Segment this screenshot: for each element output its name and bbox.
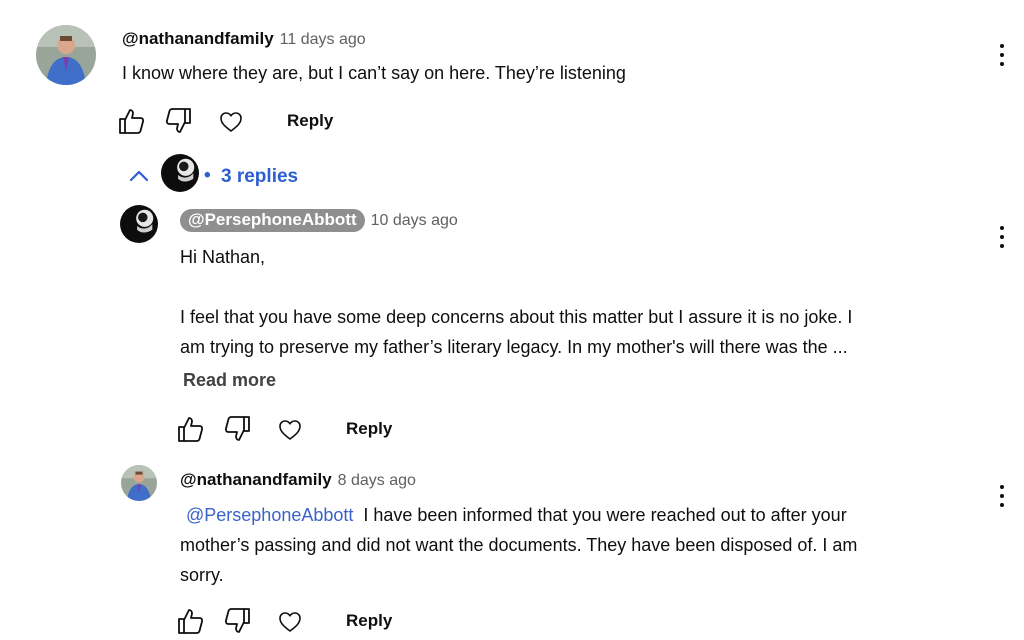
thumbs-down-icon[interactable] <box>222 606 252 636</box>
separator-dot: • <box>204 165 211 186</box>
reply-header: @nathanandfamily 8 days ago <box>180 470 416 490</box>
comment-header: @nathanandfamily 11 days ago <box>122 29 366 49</box>
thumbs-down-icon[interactable] <box>163 106 193 136</box>
heart-icon[interactable] <box>216 106 246 136</box>
reply-header: @PersephoneAbbott 10 days ago <box>180 209 458 232</box>
more-vert-icon[interactable] <box>998 226 1006 252</box>
more-vert-icon[interactable] <box>998 485 1006 511</box>
author-name[interactable]: @nathanandfamily <box>180 470 332 489</box>
thumbs-down-icon[interactable] <box>222 414 252 444</box>
replies-toggle-link[interactable]: 3 replies <box>221 166 298 188</box>
heart-icon[interactable] <box>275 606 305 636</box>
heart-icon[interactable] <box>275 414 305 444</box>
reply-text-line: sorry. <box>180 565 224 585</box>
reply-time[interactable]: 10 days ago <box>371 212 458 229</box>
avatar[interactable] <box>120 205 158 243</box>
mention-link[interactable]: @PersephoneAbbott <box>186 505 353 525</box>
reply-button[interactable]: Reply <box>346 419 392 439</box>
author-name[interactable]: @nathanandfamily <box>122 29 274 48</box>
more-vert-icon[interactable] <box>998 44 1006 70</box>
reply-button[interactable]: Reply <box>287 111 333 131</box>
reply-button[interactable]: Reply <box>346 611 392 631</box>
reply-time[interactable]: 8 days ago <box>338 472 416 489</box>
author-chip[interactable]: @PersephoneAbbott <box>180 209 365 232</box>
comment-text: I know where they are, but I can’t say o… <box>122 63 626 83</box>
reply-text-line: I feel that you have some deep concerns … <box>180 307 853 327</box>
avatar <box>161 154 199 192</box>
comment-time[interactable]: 11 days ago <box>280 31 366 48</box>
thumbs-up-icon[interactable] <box>117 106 147 136</box>
reply-text-line: mother’s passing and did not want the do… <box>180 535 858 555</box>
reply-greeting: Hi Nathan, <box>180 247 266 267</box>
reply-text-line: @PersephoneAbbott I have been informed th… <box>180 500 980 530</box>
reply-text: I have been informed that you were reach… <box>363 505 847 525</box>
avatar[interactable] <box>121 465 157 501</box>
read-more-link[interactable]: Read more <box>183 370 276 391</box>
chevron-up-icon[interactable] <box>128 165 150 187</box>
avatar[interactable] <box>36 25 96 85</box>
thumbs-up-icon[interactable] <box>176 414 206 444</box>
thumbs-up-icon[interactable] <box>176 606 206 636</box>
reply-text-line: am trying to preserve my father’s litera… <box>180 337 848 357</box>
